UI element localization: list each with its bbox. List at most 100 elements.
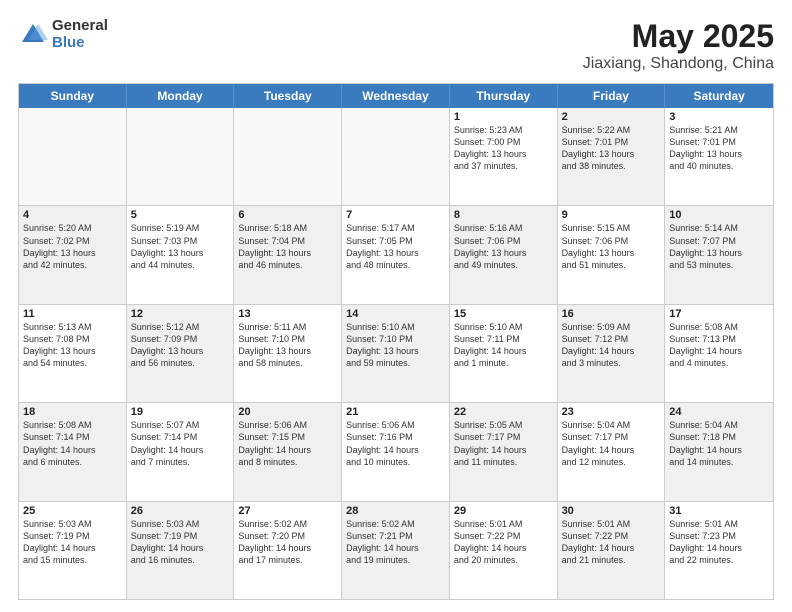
calendar-cell-23: 23Sunrise: 5:04 AMSunset: 7:17 PMDayligh… xyxy=(558,403,666,500)
cell-info-line: and 7 minutes. xyxy=(131,456,230,468)
calendar-cell-16: 16Sunrise: 5:09 AMSunset: 7:12 PMDayligh… xyxy=(558,305,666,402)
cell-info-line: Sunset: 7:04 PM xyxy=(238,235,337,247)
day-number: 7 xyxy=(346,209,445,221)
cell-info-line: and 8 minutes. xyxy=(238,456,337,468)
cell-info-line: and 37 minutes. xyxy=(454,160,553,172)
calendar-cell-18: 18Sunrise: 5:08 AMSunset: 7:14 PMDayligh… xyxy=(19,403,127,500)
calendar-header-row: SundayMondayTuesdayWednesdayThursdayFrid… xyxy=(19,84,773,108)
cell-info-line: Sunset: 7:13 PM xyxy=(669,333,769,345)
calendar-cell-6: 6Sunrise: 5:18 AMSunset: 7:04 PMDaylight… xyxy=(234,206,342,303)
cell-info-line: Sunset: 7:11 PM xyxy=(454,333,553,345)
cell-info-line: Sunset: 7:08 PM xyxy=(23,333,122,345)
cell-info-line: Sunrise: 5:03 AM xyxy=(23,518,122,530)
day-number: 5 xyxy=(131,209,230,221)
logo-icon xyxy=(18,20,48,50)
cell-info-line: Daylight: 14 hours xyxy=(454,444,553,456)
cell-info-line: Sunset: 7:05 PM xyxy=(346,235,445,247)
cell-info-line: and 19 minutes. xyxy=(346,554,445,566)
calendar-cell-2: 2Sunrise: 5:22 AMSunset: 7:01 PMDaylight… xyxy=(558,108,666,205)
day-number: 23 xyxy=(562,406,661,418)
cell-info-line: and 49 minutes. xyxy=(454,259,553,271)
calendar-cell-30: 30Sunrise: 5:01 AMSunset: 7:22 PMDayligh… xyxy=(558,502,666,599)
cell-info-line: Sunrise: 5:04 AM xyxy=(669,419,769,431)
main-title: May 2025 xyxy=(583,18,774,55)
day-number: 6 xyxy=(238,209,337,221)
cell-info-line: Sunset: 7:01 PM xyxy=(562,136,661,148)
calendar-cell-28: 28Sunrise: 5:02 AMSunset: 7:21 PMDayligh… xyxy=(342,502,450,599)
page: General Blue May 2025 Jiaxiang, Shandong… xyxy=(0,0,792,612)
cell-info-line: and 40 minutes. xyxy=(669,160,769,172)
cell-info-line: Daylight: 13 hours xyxy=(669,247,769,259)
day-number: 11 xyxy=(23,308,122,320)
cell-info-line: Daylight: 14 hours xyxy=(346,542,445,554)
day-number: 26 xyxy=(131,505,230,517)
day-number: 27 xyxy=(238,505,337,517)
cell-info-line: Daylight: 13 hours xyxy=(131,345,230,357)
cell-info-line: Sunrise: 5:01 AM xyxy=(562,518,661,530)
cell-info-line: Daylight: 14 hours xyxy=(346,444,445,456)
cell-info-line: Sunrise: 5:11 AM xyxy=(238,321,337,333)
day-number: 24 xyxy=(669,406,769,418)
logo-general-text: General xyxy=(52,18,108,35)
day-number: 2 xyxy=(562,111,661,123)
day-number: 25 xyxy=(23,505,122,517)
calendar-cell-13: 13Sunrise: 5:11 AMSunset: 7:10 PMDayligh… xyxy=(234,305,342,402)
cell-info-line: Sunrise: 5:02 AM xyxy=(238,518,337,530)
weekday-header-monday: Monday xyxy=(127,84,235,108)
calendar-cell-15: 15Sunrise: 5:10 AMSunset: 7:11 PMDayligh… xyxy=(450,305,558,402)
cell-info-line: Sunrise: 5:03 AM xyxy=(131,518,230,530)
day-number: 17 xyxy=(669,308,769,320)
cell-info-line: Sunrise: 5:14 AM xyxy=(669,222,769,234)
cell-info-line: Sunrise: 5:17 AM xyxy=(346,222,445,234)
cell-info-line: Daylight: 14 hours xyxy=(131,444,230,456)
cell-info-line: Daylight: 14 hours xyxy=(669,444,769,456)
cell-info-line: Sunrise: 5:22 AM xyxy=(562,124,661,136)
day-number: 9 xyxy=(562,209,661,221)
cell-info-line: Sunset: 7:10 PM xyxy=(346,333,445,345)
day-number: 22 xyxy=(454,406,553,418)
cell-info-line: and 16 minutes. xyxy=(131,554,230,566)
cell-info-line: and 44 minutes. xyxy=(131,259,230,271)
calendar-cell-29: 29Sunrise: 5:01 AMSunset: 7:22 PMDayligh… xyxy=(450,502,558,599)
cell-info-line: Sunset: 7:18 PM xyxy=(669,431,769,443)
day-number: 13 xyxy=(238,308,337,320)
logo: General Blue xyxy=(18,18,108,51)
day-number: 12 xyxy=(131,308,230,320)
calendar-cell-7: 7Sunrise: 5:17 AMSunset: 7:05 PMDaylight… xyxy=(342,206,450,303)
cell-info-line: Sunset: 7:00 PM xyxy=(454,136,553,148)
day-number: 8 xyxy=(454,209,553,221)
cell-info-line: Sunrise: 5:19 AM xyxy=(131,222,230,234)
weekday-header-saturday: Saturday xyxy=(665,84,773,108)
cell-info-line: Daylight: 14 hours xyxy=(454,542,553,554)
weekday-header-wednesday: Wednesday xyxy=(342,84,450,108)
cell-info-line: and 1 minute. xyxy=(454,357,553,369)
cell-info-line: Sunset: 7:20 PM xyxy=(238,530,337,542)
cell-info-line: and 21 minutes. xyxy=(562,554,661,566)
weekday-header-thursday: Thursday xyxy=(450,84,558,108)
cell-info-line: Daylight: 14 hours xyxy=(23,444,122,456)
cell-info-line: Daylight: 13 hours xyxy=(238,247,337,259)
calendar-cell-1: 1Sunrise: 5:23 AMSunset: 7:00 PMDaylight… xyxy=(450,108,558,205)
weekday-header-tuesday: Tuesday xyxy=(234,84,342,108)
cell-info-line: Sunrise: 5:13 AM xyxy=(23,321,122,333)
cell-info-line: and 10 minutes. xyxy=(346,456,445,468)
cell-info-line: Sunset: 7:01 PM xyxy=(669,136,769,148)
cell-info-line: and 22 minutes. xyxy=(669,554,769,566)
calendar-cell-27: 27Sunrise: 5:02 AMSunset: 7:20 PMDayligh… xyxy=(234,502,342,599)
calendar-cell-12: 12Sunrise: 5:12 AMSunset: 7:09 PMDayligh… xyxy=(127,305,235,402)
cell-info-line: Daylight: 14 hours xyxy=(454,345,553,357)
calendar: SundayMondayTuesdayWednesdayThursdayFrid… xyxy=(18,83,774,600)
day-number: 4 xyxy=(23,209,122,221)
cell-info-line: Daylight: 14 hours xyxy=(562,542,661,554)
calendar-cell-25: 25Sunrise: 5:03 AMSunset: 7:19 PMDayligh… xyxy=(19,502,127,599)
day-number: 31 xyxy=(669,505,769,517)
calendar-cell-empty-0-0 xyxy=(19,108,127,205)
cell-info-line: and 17 minutes. xyxy=(238,554,337,566)
cell-info-line: and 58 minutes. xyxy=(238,357,337,369)
cell-info-line: Sunrise: 5:23 AM xyxy=(454,124,553,136)
cell-info-line: Sunset: 7:14 PM xyxy=(131,431,230,443)
cell-info-line: Sunset: 7:02 PM xyxy=(23,235,122,247)
day-number: 3 xyxy=(669,111,769,123)
cell-info-line: Sunrise: 5:08 AM xyxy=(669,321,769,333)
cell-info-line: Sunrise: 5:10 AM xyxy=(346,321,445,333)
